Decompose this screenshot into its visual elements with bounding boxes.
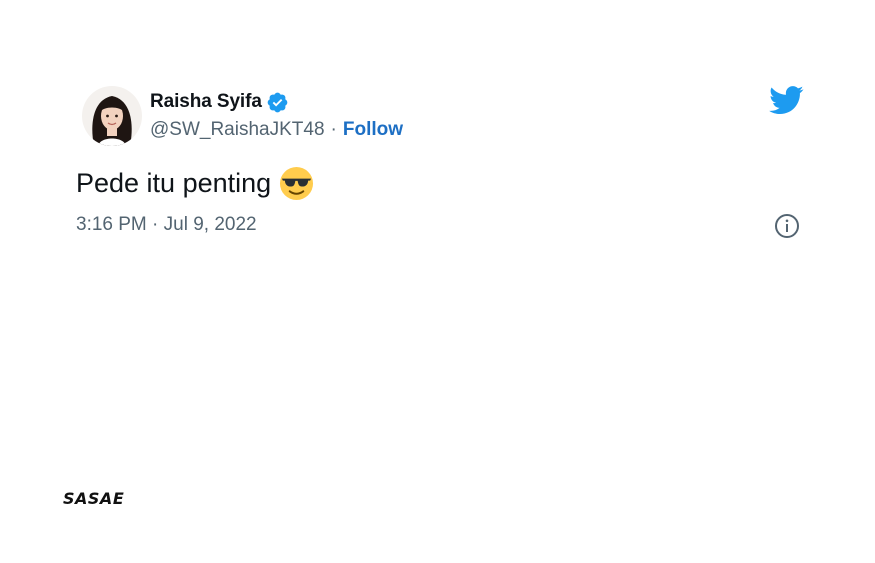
avatar[interactable] — [82, 86, 142, 146]
author-handle[interactable]: @SW_RaishaJKT48 — [150, 119, 325, 141]
display-name[interactable]: Raisha Syifa — [150, 91, 262, 113]
verified-badge-icon — [266, 91, 289, 114]
avatar-image — [82, 86, 142, 146]
page: Raisha Syifa @SW_RaishaJKT48 · Follow Pe… — [0, 0, 875, 563]
handle-row: @SW_RaishaJKT48 · Follow — [150, 118, 403, 142]
follow-button[interactable]: Follow — [343, 119, 403, 141]
name-row: Raisha Syifa — [150, 90, 403, 114]
tweet-text-content: Pede itu penting — [76, 168, 272, 198]
watermark-logo: SASAE — [63, 491, 149, 507]
author-info: Raisha Syifa @SW_RaishaJKT48 · Follow — [150, 90, 403, 142]
handle-separator: · — [330, 119, 337, 140]
tweet-text: Pede itu penting — [76, 166, 314, 201]
tweet-card[interactable]: Raisha Syifa @SW_RaishaJKT48 · Follow Pe… — [76, 86, 804, 246]
sunglasses-emoji — [279, 166, 314, 201]
twitter-bird-icon[interactable] — [769, 86, 804, 115]
watermark-text: SASAE — [63, 489, 125, 508]
tweet-timestamp[interactable]: 3:16 PM · Jul 9, 2022 — [76, 214, 257, 236]
info-icon[interactable] — [774, 213, 800, 239]
